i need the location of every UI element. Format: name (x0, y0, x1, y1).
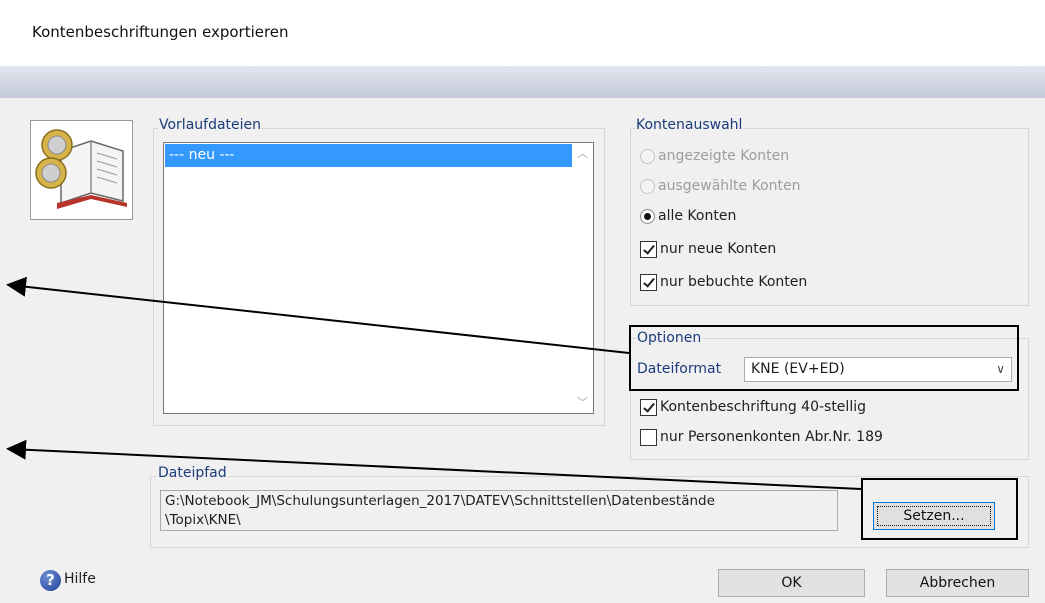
annotation-arrows (6, 276, 862, 490)
